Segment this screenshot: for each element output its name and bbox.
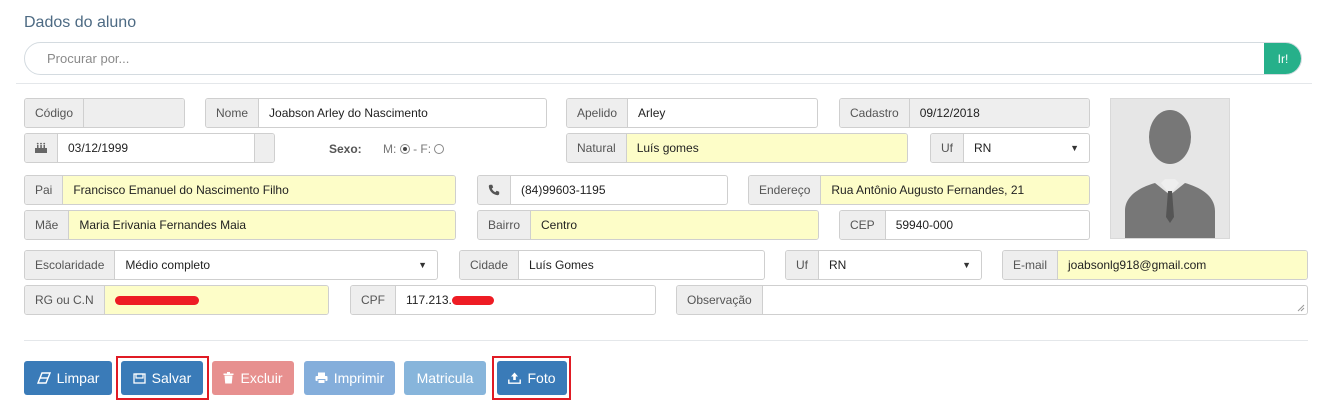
- imprimir-button[interactable]: Imprimir: [304, 361, 395, 395]
- uf1-group: Uf RN ▼: [930, 133, 1090, 163]
- cidade-group: Cidade Luís Gomes: [459, 250, 765, 280]
- sexo-m-radio[interactable]: [399, 144, 410, 154]
- birthday-cake-icon: [25, 134, 58, 162]
- limpar-button[interactable]: Limpar: [24, 361, 112, 395]
- cpf-field[interactable]: 117.213.: [396, 286, 655, 314]
- nome-field[interactable]: Joabson Arley do Nascimento: [259, 99, 546, 127]
- sexo-radio-group: Sexo: M: - F:: [329, 142, 445, 156]
- sexo-f-radio[interactable]: [434, 144, 445, 154]
- redaction-mark: [114, 295, 199, 305]
- escolaridade-label: Escolaridade: [25, 251, 116, 279]
- search-input[interactable]: [25, 43, 1265, 74]
- pai-label: Pai: [25, 176, 64, 204]
- cadastro-label: Cadastro: [840, 99, 910, 127]
- apelido-field[interactable]: Arley: [628, 99, 817, 127]
- chevron-down-icon: ▼: [1070, 143, 1079, 153]
- uf2-group: Uf RN ▼: [785, 250, 982, 280]
- eraser-icon: [36, 372, 51, 384]
- email-label: E-mail: [1003, 251, 1059, 279]
- redaction-mark: [451, 295, 494, 305]
- codigo-group: Código: [24, 98, 185, 128]
- rg-label: RG ou C.N: [25, 286, 105, 314]
- pai-group: Pai Francisco Emanuel do Nascimento Filh…: [24, 175, 456, 205]
- mae-field[interactable]: Maria Erivania Fernandes Maia: [69, 211, 455, 239]
- bairro-label: Bairro: [478, 211, 532, 239]
- natural-field[interactable]: Luís gomes: [626, 134, 907, 162]
- nascimento-field[interactable]: 03/12/1999: [58, 134, 254, 162]
- email-group: E-mail joabsonlg918@gmail.com: [1002, 250, 1308, 280]
- natural-group: Natural Luís gomes: [566, 133, 908, 163]
- escolaridade-select[interactable]: Médio completo ▼: [115, 251, 437, 279]
- telefone-field[interactable]: (84)99603-1195: [511, 176, 727, 204]
- photo-placeholder: [1110, 98, 1230, 239]
- natural-label: Natural: [567, 134, 627, 162]
- divider: [16, 83, 1312, 84]
- page-title: Dados do aluno: [24, 14, 137, 31]
- cep-field[interactable]: 59940-000: [886, 211, 1089, 239]
- uf1-label: Uf: [931, 134, 964, 162]
- print-icon: [315, 372, 328, 384]
- cep-label: CEP: [840, 211, 886, 239]
- escolaridade-value: Médio completo: [125, 258, 211, 272]
- matricula-button[interactable]: Matricula: [404, 361, 486, 395]
- endereco-label: Endereço: [749, 176, 822, 204]
- mae-label: Mãe: [25, 211, 70, 239]
- cadastro-field[interactable]: 09/12/2018: [909, 99, 1089, 127]
- observacao-group: Observação: [676, 285, 1308, 315]
- annotation-box: [492, 356, 571, 400]
- cep-group: CEP 59940-000: [839, 210, 1090, 240]
- search-bar: Ir!: [24, 42, 1302, 75]
- endereco-group: Endereço Rua Antônio Augusto Fernandes, …: [748, 175, 1090, 205]
- excluir-label: Excluir: [240, 370, 283, 386]
- uf2-value: RN: [829, 258, 847, 272]
- uf1-value: RN: [974, 141, 992, 155]
- uf2-label: Uf: [786, 251, 819, 279]
- chevron-down-icon: ▼: [418, 260, 427, 270]
- uf1-select[interactable]: RN ▼: [964, 134, 1089, 162]
- rg-field[interactable]: [104, 286, 328, 314]
- search-button[interactable]: Ir!: [1264, 43, 1301, 74]
- limpar-label: Limpar: [56, 370, 100, 386]
- excluir-button[interactable]: Excluir: [212, 361, 294, 395]
- sexo-separator: -: [413, 142, 418, 156]
- observacao-textarea[interactable]: [763, 286, 1307, 314]
- cpf-label: CPF: [351, 286, 396, 314]
- bairro-field[interactable]: Centro: [531, 211, 818, 239]
- nome-label: Nome: [206, 99, 260, 127]
- cidade-field[interactable]: Luís Gomes: [519, 251, 764, 279]
- uf2-select[interactable]: RN ▼: [819, 251, 981, 279]
- apelido-label: Apelido: [567, 99, 629, 127]
- cpf-group: CPF 117.213.: [350, 285, 656, 315]
- sexo-m-label: M:: [383, 142, 397, 156]
- observacao-label: Observação: [677, 286, 763, 314]
- matricula-label: Matricula: [416, 370, 474, 386]
- endereco-field[interactable]: Rua Antônio Augusto Fernandes, 21: [821, 176, 1089, 204]
- email-field[interactable]: joabsonlg918@gmail.com: [1058, 251, 1307, 279]
- divider: [24, 340, 1308, 341]
- telefone-group: (84)99603-1195: [477, 175, 728, 205]
- bairro-group: Bairro Centro: [477, 210, 819, 240]
- codigo-field[interactable]: [84, 99, 184, 127]
- trash-icon: [223, 372, 234, 384]
- rg-group: RG ou C.N: [24, 285, 329, 315]
- resize-handle-icon[interactable]: [1297, 304, 1305, 312]
- nascimento-group: 03/12/1999: [24, 133, 275, 163]
- sexo-label: Sexo:: [329, 142, 362, 156]
- sexo-f-label: F:: [420, 142, 432, 156]
- user-silhouette-icon: [1125, 110, 1215, 238]
- chevron-down-icon: ▼: [962, 260, 971, 270]
- annotation-box: [116, 356, 209, 400]
- date-picker-button[interactable]: [254, 134, 274, 162]
- mae-group: Mãe Maria Erivania Fernandes Maia: [24, 210, 456, 240]
- cadastro-group: Cadastro 09/12/2018: [839, 98, 1090, 128]
- apelido-group: Apelido Arley: [566, 98, 818, 128]
- imprimir-label: Imprimir: [333, 370, 385, 386]
- phone-icon: [478, 176, 511, 204]
- pai-field[interactable]: Francisco Emanuel do Nascimento Filho: [63, 176, 455, 204]
- escolaridade-group: Escolaridade Médio completo ▼: [24, 250, 438, 280]
- nome-group: Nome Joabson Arley do Nascimento: [205, 98, 547, 128]
- cpf-value: 117.213.: [406, 293, 452, 307]
- cidade-label: Cidade: [460, 251, 520, 279]
- codigo-label: Código: [25, 99, 85, 127]
